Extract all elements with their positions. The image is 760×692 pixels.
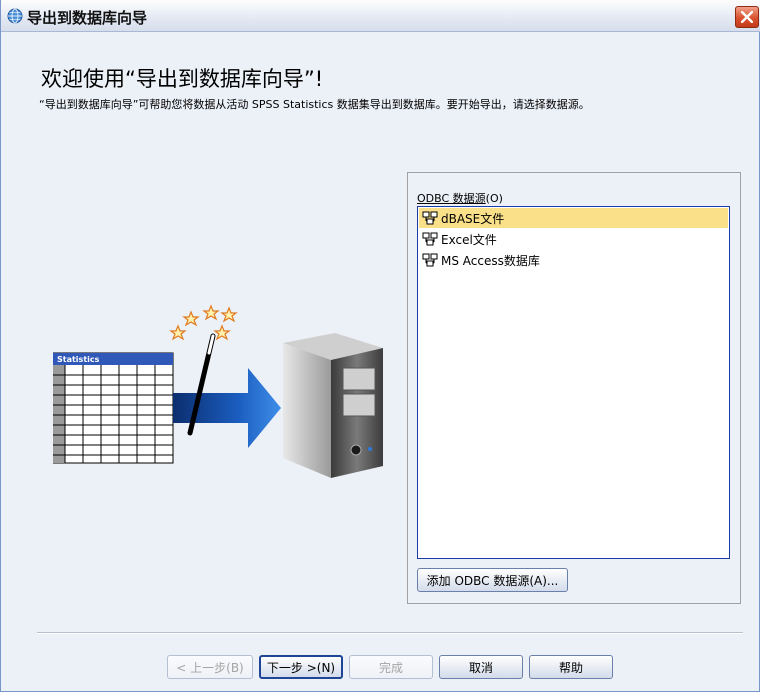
next-button[interactable]: 下一步 >(N) <box>259 655 343 679</box>
title-bar: 导出到数据库向导 <box>1 0 760 32</box>
footer-separator <box>37 632 743 634</box>
list-item-ms-access[interactable]: MS Access数据库 <box>419 250 728 270</box>
table-label: Statistics <box>57 355 100 364</box>
odbc-source-list[interactable]: dBASE文件 Excel文件 MS Access数据库 <box>417 206 730 559</box>
window-title: 导出到数据库向导 <box>27 9 148 27</box>
help-button[interactable]: 帮助 <box>529 655 613 679</box>
finish-button[interactable]: 完成 <box>349 655 433 679</box>
list-item-excel[interactable]: Excel文件 <box>419 229 728 249</box>
back-button[interactable]: < 上一步(B) <box>167 655 253 679</box>
data-source-icon <box>422 253 438 267</box>
list-item-dbase[interactable]: dBASE文件 <box>419 208 728 228</box>
list-item-label: dBASE文件 <box>441 211 505 226</box>
list-item-label: MS Access数据库 <box>441 253 540 268</box>
export-illustration: Statistics <box>53 304 383 478</box>
export-arrow-icon <box>173 368 281 448</box>
close-icon <box>741 11 753 23</box>
add-odbc-source-button[interactable]: 添加 ODBC 数据源(A)... <box>417 568 568 592</box>
data-source-icon <box>422 232 438 246</box>
spreadsheet-icon: Statistics <box>53 352 174 464</box>
page-description: “导出到数据库向导”可帮助您将数据从活动 SPSS Statistics 数据集… <box>39 98 590 111</box>
database-globe-icon <box>7 8 23 24</box>
data-source-icon <box>422 211 438 225</box>
sparkles-icon <box>169 304 238 341</box>
cancel-button[interactable]: 取消 <box>439 655 523 679</box>
list-item-label: Excel文件 <box>441 232 497 247</box>
odbc-group-label: ODBC 数据源(O) <box>417 192 503 205</box>
wizard-window: 导出到数据库向导 欢迎使用“导出到数据库向导”! “导出到数据库向导”可帮助您将… <box>0 0 760 692</box>
database-server-icon <box>283 333 383 478</box>
page-heading: 欢迎使用“导出到数据库向导”! <box>41 67 324 91</box>
close-button[interactable] <box>735 6 759 28</box>
